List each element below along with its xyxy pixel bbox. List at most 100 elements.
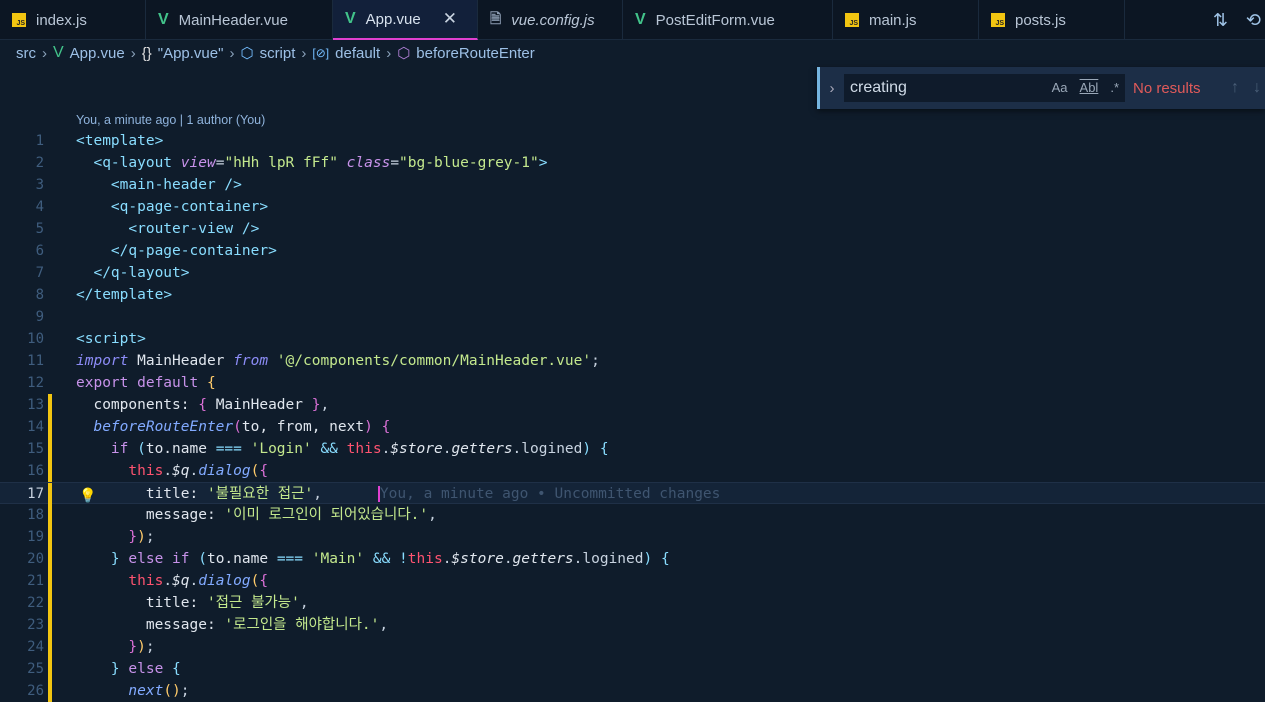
code-line[interactable]: 23 message: '로그인을 해야합니다.', (0, 614, 1265, 636)
code-token: if (76, 441, 138, 457)
code-line[interactable]: 15 if (to.name === 'Login' && this.$stor… (0, 438, 1265, 460)
code-line[interactable]: 9 (0, 306, 1265, 328)
tab-main-js[interactable]: JS main.js (833, 0, 979, 40)
code-line[interactable]: 4 <q-page-container> (0, 196, 1265, 218)
code-token: q-page-container (119, 199, 260, 215)
close-tab-icon[interactable]: ✕ (443, 9, 457, 29)
code-token: } (76, 639, 138, 655)
code-line[interactable]: 2 <q-layout view="hHh lpR fFf" class="bg… (0, 152, 1265, 174)
code-line[interactable]: 10 <script> (0, 328, 1265, 350)
source-control-compare-icon[interactable]: ⇅ (1213, 10, 1228, 31)
code-token: </ (76, 265, 111, 281)
code-token: else if (128, 551, 199, 567)
tab-mainheader-vue[interactable]: V MainHeader.vue (146, 0, 333, 40)
git-modified-gutter (48, 416, 52, 438)
code-token: components: (76, 397, 199, 413)
code-line[interactable]: 18 message: '이미 로그인이 되어있습니다.', (0, 504, 1265, 526)
code-line[interactable]: 21 this.$q.dialog({ (0, 570, 1265, 592)
code-text: } else { (76, 658, 181, 680)
code-line[interactable]: 20 } else if (to.name === 'Main' && !thi… (0, 548, 1265, 570)
code-token: ) (137, 529, 146, 545)
code-text: </q-page-container> (76, 240, 277, 262)
breadcrumb-file[interactable]: App.vue (70, 45, 125, 62)
braces-icon: {} (141, 44, 152, 62)
tab-vue-config-js[interactable]: 🗎 vue.config.js (478, 0, 623, 40)
code-line[interactable]: 25 } else { (0, 658, 1265, 680)
code-line[interactable]: 24 }); (0, 636, 1265, 658)
code-line[interactable]: 8 </template> (0, 284, 1265, 306)
code-line[interactable]: 26 next(); (0, 680, 1265, 702)
code-line[interactable]: 14 beforeRouteEnter(to, from, next) { (0, 416, 1265, 438)
code-line[interactable]: 19 }); (0, 526, 1265, 548)
code-token: template (84, 133, 155, 149)
code-line[interactable]: 17 💡 title: '불필요한 접근', You, a minute ago •… (0, 482, 1265, 505)
code-token: script (84, 331, 138, 347)
code-editor[interactable]: 1 <template> 2 <q-layout view="hHh lpR fFf… (0, 130, 1265, 702)
code-token: ; (180, 683, 190, 699)
code-token: , (428, 507, 437, 523)
code-text: import MainHeader from '@/components/com… (76, 350, 600, 372)
code-text: <template> (76, 130, 163, 152)
toggle-replace-chevron-icon[interactable]: › (820, 80, 844, 97)
whole-word-button[interactable]: Abl (1080, 80, 1099, 95)
git-modified-gutter (48, 548, 52, 570)
tab-posts-js[interactable]: JS posts.js (979, 0, 1125, 40)
code-token: getters (451, 441, 513, 457)
code-line[interactable]: 1 <template> (0, 130, 1265, 152)
tab-index-js[interactable]: JS index.js (0, 0, 146, 40)
code-line[interactable]: 13 components: { MainHeader }, (0, 394, 1265, 416)
match-case-button[interactable]: Aa (1052, 80, 1068, 95)
tab-label: index.js (36, 11, 87, 29)
timeline-icon[interactable]: ⟲ (1246, 10, 1261, 31)
code-token: . (163, 463, 173, 479)
code-token: q-layout (110, 265, 181, 281)
git-modified-gutter (48, 658, 52, 680)
breadcrumb-script[interactable]: script (260, 45, 296, 62)
breadcrumb-method[interactable]: beforeRouteEnter (416, 45, 534, 62)
code-line[interactable]: 3 <main-header /> (0, 174, 1265, 196)
code-line[interactable]: 12 export default { (0, 372, 1265, 394)
line-number: 4 (35, 199, 44, 215)
git-modified-gutter (48, 394, 52, 416)
breadcrumb-src[interactable]: src (16, 45, 36, 62)
codelens-blame[interactable]: You, a minute ago | 1 author (You) (76, 113, 265, 127)
method-icon: ⬡ (397, 45, 411, 62)
breadcrumb-default[interactable]: default (335, 45, 380, 62)
code-line[interactable]: 11 import MainHeader from '@/components/c… (0, 350, 1265, 372)
code-token: beforeRouteEnter (76, 419, 234, 435)
line-number: 16 (27, 463, 44, 479)
code-token: { (660, 551, 670, 567)
line-number: 17 (27, 486, 44, 502)
code-token: q-layout (102, 155, 181, 171)
code-line[interactable]: 5 <router-view /> (0, 218, 1265, 240)
code-line[interactable]: 6 </q-page-container> (0, 240, 1265, 262)
code-text: </q-layout> (76, 262, 189, 284)
git-modified-gutter (48, 570, 52, 592)
breadcrumb-module[interactable]: "App.vue" (158, 45, 224, 62)
next-match-icon[interactable]: ↓ (1253, 79, 1261, 97)
code-token: to, from, next (241, 419, 365, 435)
line-number: 18 (27, 507, 44, 523)
code-token: to.name (145, 441, 216, 457)
code-text: message: '로그인을 해야합니다.', (76, 614, 388, 636)
code-line[interactable]: 7 </q-layout> (0, 262, 1265, 284)
code-text: }); (76, 636, 154, 658)
code-line[interactable]: 16 this.$q.dialog({ (0, 460, 1265, 482)
code-line[interactable]: 22 title: '접근 불가능', (0, 592, 1265, 614)
code-token: $q (172, 573, 190, 589)
code-token: this (76, 463, 164, 479)
code-text: this.$q.dialog({ (76, 570, 268, 592)
find-input[interactable]: creating Aa Abl .* (844, 74, 1125, 102)
code-token: , (379, 617, 389, 633)
tab-app-vue[interactable]: V App.vue ✕ (333, 0, 478, 40)
tab-posteditform-vue[interactable]: V PostEditForm.vue (623, 0, 833, 40)
line-number: 13 (27, 397, 44, 413)
git-modified-gutter (48, 526, 52, 548)
code-token: '@/components/common/MainHeader.vue' (276, 353, 592, 369)
find-result-status: No results (1133, 79, 1201, 97)
regex-button[interactable]: .* (1110, 80, 1119, 95)
tab-label: vue.config.js (511, 11, 595, 29)
previous-match-icon[interactable]: ↑ (1231, 79, 1239, 97)
code-token: '이미 로그인이 되어있습니다.' (224, 507, 429, 523)
